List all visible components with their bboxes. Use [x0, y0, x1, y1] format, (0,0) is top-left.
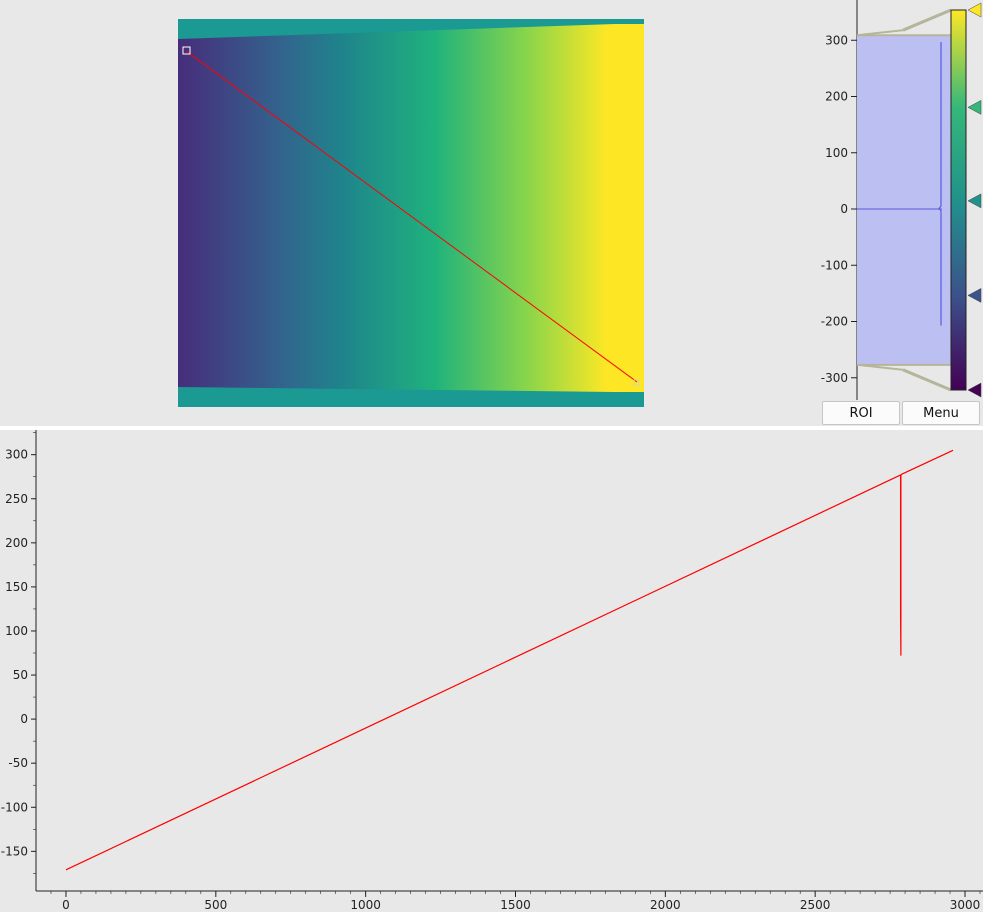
gradient-connector-bottom — [902, 368, 952, 392]
histogram-axis-tick-label: -100 — [821, 258, 848, 272]
x-tick-label: 1500 — [500, 898, 531, 912]
y-tick-label: -100 — [1, 800, 28, 814]
gradient-tick-handle[interactable] — [967, 382, 982, 398]
x-tick-label: 3000 — [950, 898, 981, 912]
y-tick-label: -50 — [8, 756, 28, 770]
histogram-axis-tick-label: 0 — [840, 202, 848, 216]
y-tick-label: 100 — [5, 624, 28, 638]
gradient-connector-top — [902, 8, 952, 32]
y-tick-label: 300 — [5, 448, 28, 462]
histogram-axis-tick-label: -200 — [821, 315, 848, 329]
x-tick-label: 500 — [204, 898, 227, 912]
histogram-axis: 300 200 100 0 -100 -200 -300 — [821, 0, 858, 400]
profile-line-series[interactable] — [65, 449, 954, 871]
y-tick-label: -150 — [1, 844, 28, 858]
y-tick-label: 0 — [20, 712, 28, 726]
profile-plot[interactable]: 300250200150100500-50-100-1500 500 1000 150… — [0, 430, 983, 912]
image-view-panel: 300 200 100 0 -100 -200 -300 ROI Menu — [0, 0, 983, 426]
x-tick-label: 1000 — [350, 898, 381, 912]
menu-button[interactable]: Menu — [902, 401, 980, 425]
y-tick-label: 150 — [5, 580, 28, 594]
plot-series[interactable] — [65, 449, 954, 871]
histogram-axis-tick-label: -300 — [821, 371, 848, 385]
y-tick-label: 250 — [5, 492, 28, 506]
gradient-ticks[interactable] — [967, 2, 982, 398]
y-tick-label: 50 — [13, 668, 28, 682]
y-tick-label: 200 — [5, 536, 28, 550]
plot-axes: 300250200150100500-50-100-1500 500 1000 150… — [1, 430, 983, 912]
histogram-axis-tick-label: 100 — [825, 146, 848, 160]
image-view-canvas[interactable]: 300 200 100 0 -100 -200 -300 — [0, 0, 983, 426]
gradient-tick-handle[interactable] — [967, 99, 982, 115]
x-tick-label: 2500 — [800, 898, 831, 912]
gradient-tick-handle[interactable] — [967, 288, 982, 303]
histogram-axis-tick-label: 300 — [825, 33, 848, 47]
histogram-level-region[interactable] — [857, 35, 951, 365]
x-tick-label: 2000 — [650, 898, 681, 912]
image-data — [178, 24, 644, 392]
histogram-axis-tick-label: 200 — [825, 90, 848, 104]
gradient-tick-handle[interactable] — [967, 2, 982, 18]
x-tick-label: 0 — [62, 898, 70, 912]
gradient-tick-handle[interactable] — [967, 193, 982, 209]
roi-button[interactable]: ROI — [822, 401, 900, 425]
gradient-colorbar[interactable] — [950, 9, 967, 391]
profile-plot-panel: 300 250 200 150 100 50 0 -50 -100 -150 0 500 1000 150… — [0, 430, 983, 912]
main-window: 300 200 100 0 -100 -200 -300 ROI Menu 300 250 20… — [0, 0, 983, 912]
